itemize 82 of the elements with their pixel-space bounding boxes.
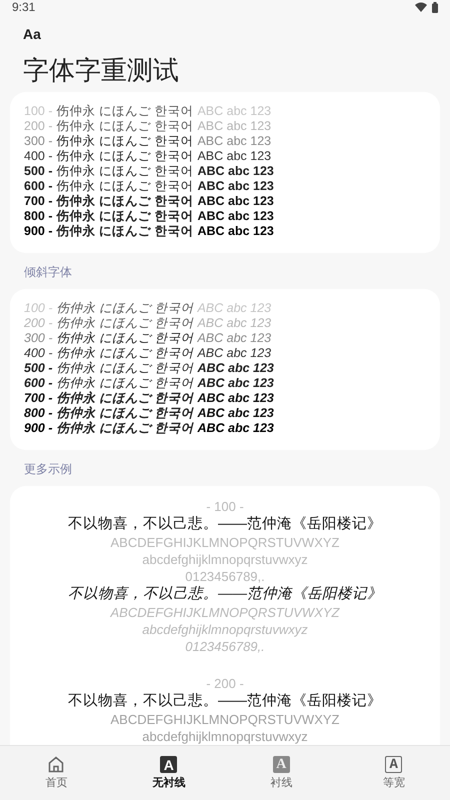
page-title: 字体字重测试 (23, 54, 179, 86)
section-heading: 更多示例 (24, 461, 72, 478)
latin-sample: abcdefghijklmnopqrstuvwxyz (142, 621, 308, 638)
font-style-icon: A (160, 756, 178, 773)
latin-sample: abcdefghijklmnopqrstuvwxyz (142, 728, 308, 745)
weight-label: 300 - (24, 331, 52, 346)
section-heading: 倾斜字体 (24, 264, 72, 281)
latin-sample: ABC abc 123 (197, 316, 272, 331)
weight-label: 700 - (24, 391, 52, 406)
cjk-sample: 伤仲永 にほんご 한국어 (56, 376, 194, 391)
latin-sample: ABC abc 123 (197, 149, 272, 164)
quote-sample: 不以物喜，不以己悲。——范仲淹《岳阳楼记》 (68, 692, 382, 711)
cjk-sample: 伤仲永 にほんご 한국어 (56, 421, 194, 436)
weight-label: 800 - (24, 406, 52, 421)
status-time: 9:31 (12, 0, 36, 14)
latin-sample: ABC abc 123 (197, 209, 274, 224)
latin-sample: abcdefghijklmnopqrstuvwxyz (142, 551, 308, 568)
latin-sample: ABC abc 123 (197, 421, 274, 436)
latin-sample: ABC abc 123 (197, 346, 272, 361)
latin-sample: 0123456789,. (185, 638, 265, 655)
weight-label: 500 - (24, 361, 52, 376)
latin-sample: ABC abc 123 (197, 164, 274, 179)
home-icon (48, 756, 64, 773)
cjk-sample: 伤仲永 にほんご 한국어 (56, 164, 194, 179)
latin-sample: ABC abc 123 (197, 361, 274, 376)
weight-label: 200 - (24, 316, 52, 331)
sample-weight-heading: - 200 - (206, 675, 244, 692)
cjk-sample: 伤仲永 にほんご 한국어 (56, 331, 194, 346)
cjk-sample: 伤仲永 にほんご 한국어 (56, 346, 194, 361)
latin-sample: ABCDEFGHIJKLMNOPQRSTUVWXYZ (110, 711, 340, 728)
cjk-sample: 伤仲永 にほんご 한국어 (56, 361, 194, 376)
cjk-sample: 伤仲永 にほんご 한국어 (56, 301, 194, 316)
cjk-sample: 伤仲永 にほんご 한국어 (56, 391, 194, 406)
weight-label: 800 - (24, 209, 52, 224)
wifi-icon (415, 2, 427, 12)
weight-label: 500 - (24, 164, 52, 179)
quote-sample: 不以物喜，不以己悲。——范仲淹《岳阳楼记》 (68, 585, 382, 604)
cjk-sample: 伤仲永 にほんご 한국어 (56, 194, 194, 209)
cjk-sample: 伤仲永 にほんご 한국어 (56, 316, 194, 331)
cjk-sample: 伤仲永 にほんご 한국어 (56, 224, 194, 239)
nav-tab[interactable]: A 衬线 (225, 746, 338, 800)
cjk-sample: 伤仲永 にほんご 한국어 (56, 209, 194, 224)
latin-sample: ABC abc 123 (197, 391, 274, 406)
weight-label: 600 - (24, 376, 52, 391)
weight-label: 700 - (24, 194, 52, 209)
latin-sample: ABC abc 123 (197, 119, 272, 134)
cjk-sample: 伤仲永 にほんご 한국어 (56, 149, 194, 164)
sample-weight-heading: - 100 - (206, 498, 244, 515)
weight-label: 400 - (24, 149, 52, 164)
latin-sample: ABC abc 123 (197, 134, 272, 149)
latin-sample: 0123456789,. (185, 568, 265, 585)
cjk-sample: 伤仲永 にほんご 한국어 (56, 406, 194, 421)
weight-label: 200 - (24, 119, 52, 134)
nav-tab[interactable]: 首页 (0, 746, 112, 800)
nav-tab[interactable]: A 等宽 (338, 746, 450, 800)
weight-label: 100 - (24, 104, 52, 119)
app-logo: Aa (23, 26, 41, 42)
cjk-sample: 伤仲永 にほんご 한국어 (56, 134, 194, 149)
nav-tab[interactable]: A 无衬线 (112, 746, 225, 800)
latin-sample: ABCDEFGHIJKLMNOPQRSTUVWXYZ (110, 534, 340, 551)
latin-sample: ABC abc 123 (197, 376, 274, 391)
latin-sample: ABC abc 123 (197, 194, 274, 209)
cjk-sample: 伤仲永 にほんご 한국어 (56, 179, 194, 194)
latin-sample: ABC abc 123 (197, 301, 272, 316)
font-style-icon: A (272, 756, 290, 773)
battery-icon (432, 2, 438, 12)
weight-label: 600 - (24, 179, 52, 194)
latin-sample: ABC abc 123 (197, 179, 274, 194)
quote-sample: 不以物喜，不以己悲。——范仲淹《岳阳楼记》 (68, 515, 382, 534)
cjk-sample: 伤仲永 にほんご 한국어 (56, 104, 194, 119)
weight-label: 300 - (24, 134, 52, 149)
latin-sample: ABC abc 123 (197, 104, 272, 119)
weight-label: 400 - (24, 346, 52, 361)
cjk-sample: 伤仲永 にほんご 한국어 (56, 119, 194, 134)
weight-label: 900 - (24, 421, 52, 436)
weight-label: 900 - (24, 224, 52, 239)
weight-label: 100 - (24, 301, 52, 316)
latin-sample: ABCDEFGHIJKLMNOPQRSTUVWXYZ (110, 604, 340, 621)
latin-sample: ABC abc 123 (197, 331, 272, 346)
latin-sample: ABC abc 123 (197, 406, 274, 421)
latin-sample: ABC abc 123 (197, 224, 274, 239)
font-style-icon: A (385, 756, 402, 773)
